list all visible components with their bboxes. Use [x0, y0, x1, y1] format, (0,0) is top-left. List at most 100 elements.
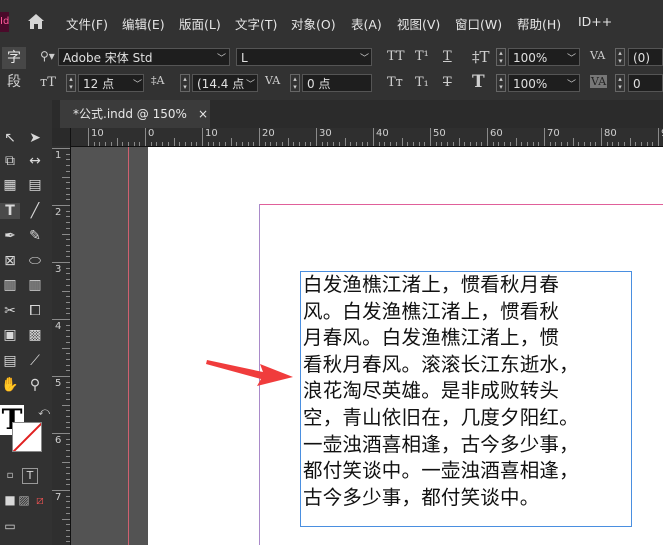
tracking-stepper[interactable]: ▴ ▾: [615, 48, 625, 66]
home-icon[interactable]: [27, 13, 45, 30]
leading-stepper[interactable]: ▴ ▾: [180, 74, 190, 92]
font-search-icon[interactable]: ⚲▾: [40, 49, 55, 63]
text-line: 空，青山依旧在，几度夕阳红。: [303, 405, 579, 429]
ruler-minor-tick: [407, 142, 409, 146]
eyedropper-tool-icon[interactable]: ⟋: [25, 353, 45, 369]
formatting-container-icon[interactable]: ▫: [0, 468, 20, 484]
swap-fill-stroke-icon[interactable]: ⤺: [34, 404, 54, 420]
page-tool-icon[interactable]: ⧉: [0, 153, 20, 169]
menu-file[interactable]: 文件(F): [66, 14, 108, 33]
body-text[interactable]: 白发渔樵江渚上，惯看秋月春 风。白发渔樵江渚上，惯看秋 月春风。白发渔樵江渚上，…: [303, 272, 629, 511]
ruler-minor-tick: [401, 138, 403, 146]
baseline-shift-field[interactable]: 0: [628, 74, 663, 92]
font-family-dropdown-icon[interactable]: ﹀: [217, 51, 226, 64]
note-tool-icon[interactable]: ▤: [0, 353, 20, 369]
gradient-swatch-tool-icon[interactable]: ▣: [0, 327, 20, 343]
vertical-scale-stepper[interactable]: ▴ ▾: [496, 48, 506, 66]
ruler-minor-tick: [66, 421, 70, 423]
kerning-field[interactable]: 0 点: [302, 74, 372, 92]
menu-type[interactable]: 文字(T): [235, 14, 277, 33]
menu-layout[interactable]: 版面(L): [179, 14, 221, 33]
font-style-field[interactable]: L: [236, 48, 372, 66]
font-size-dropdown-icon[interactable]: ﹀: [133, 77, 142, 90]
superscript-button[interactable]: T¹: [415, 49, 429, 64]
ruler-minor-tick: [395, 142, 397, 146]
ruler-major-tick: [145, 128, 146, 146]
type-tool-icon[interactable]: T: [0, 203, 20, 219]
menu-edit[interactable]: 编辑(E): [122, 14, 165, 33]
ruler-minor-tick: [105, 142, 107, 146]
text-frame[interactable]: 白发渔樵江渚上，惯看秋月春 风。白发渔樵江渚上，惯看秋 月春风。白发渔樵江渚上，…: [300, 271, 632, 527]
font-family-field[interactable]: Adobe 宋体 Std: [58, 48, 230, 66]
small-caps-button[interactable]: Tᴛ: [387, 75, 403, 90]
tools-panel: ↖ ➤ ⧉ ↔ ▦ ▤ T ╱ ✒ ✎ ⊠ ⬭ ▥ ▥ ✂ ⧠ ▣ ▩ ▤ ⟋ …: [0, 100, 52, 545]
apply-none-icon[interactable]: ⧄: [30, 492, 50, 508]
ruler-minor-tick: [492, 142, 494, 146]
font-style-dropdown-icon[interactable]: ﹀: [360, 51, 369, 64]
all-caps-button[interactable]: TT: [387, 49, 405, 64]
menu-window[interactable]: 窗口(W): [455, 14, 502, 33]
selection-tool-icon[interactable]: ↖: [0, 130, 20, 146]
zoom-tool-icon[interactable]: ⚲: [25, 377, 45, 393]
ruler-minor-tick: [62, 461, 70, 463]
tracking-field[interactable]: (0): [628, 48, 663, 66]
document-tab[interactable]: *公式.indd @ 150% ×: [60, 100, 210, 128]
ruler-minor-tick: [66, 273, 70, 275]
ruler-minor-tick: [236, 142, 238, 146]
ruler-minor-tick: [66, 438, 70, 440]
ruler-minor-tick: [589, 142, 591, 146]
ellipse-tool-icon[interactable]: ⬭: [25, 253, 45, 269]
pencil-tool-icon[interactable]: ✎: [25, 228, 45, 244]
free-transform-tool-icon[interactable]: ⧠: [25, 303, 45, 319]
font-size-value: 12 点: [83, 77, 115, 91]
horizontal-scale-stepper[interactable]: ▴ ▾: [496, 74, 506, 92]
character-mode-button[interactable]: 字: [2, 47, 26, 69]
ruler-major-tick: [52, 490, 70, 491]
gradient-feather-tool-icon[interactable]: ▩: [25, 327, 45, 343]
paragraph-mode-button[interactable]: 段: [2, 71, 26, 93]
strikethrough-button[interactable]: T: [443, 75, 452, 90]
ruler-origin[interactable]: [52, 128, 71, 146]
direct-selection-tool-icon[interactable]: ➤: [25, 130, 45, 146]
ruler-minor-tick: [623, 142, 625, 146]
baseline-shift-stepper[interactable]: ▴ ▾: [615, 74, 625, 92]
stroke-swatch[interactable]: [12, 422, 42, 452]
menu-idplus[interactable]: ID++: [578, 14, 612, 29]
ruler-minor-tick: [66, 256, 70, 258]
ruler-minor-tick: [66, 478, 70, 480]
ruler-minor-tick: [66, 512, 70, 514]
grid-tool-icon[interactable]: ▥: [25, 277, 45, 293]
hand-tool-icon[interactable]: ✋: [0, 377, 20, 393]
menu-view[interactable]: 视图(V): [397, 14, 440, 33]
ruler-minor-tick: [287, 138, 289, 146]
pen-tool-icon[interactable]: ✒: [0, 228, 20, 244]
scissors-tool-icon[interactable]: ✂: [0, 303, 20, 319]
content-placer-icon[interactable]: ▤: [25, 177, 45, 193]
formatting-text-icon[interactable]: T: [22, 468, 38, 484]
text-line: 风。白发渔樵江渚上，惯看秋: [303, 299, 560, 323]
menu-help[interactable]: 帮助(H): [517, 14, 561, 33]
ruler-minor-tick: [583, 142, 585, 146]
menu-table[interactable]: 表(A): [351, 14, 382, 33]
subscript-button[interactable]: T₁: [415, 75, 429, 90]
menu-bar: Id 文件(F) 编辑(E) 版面(L) 文字(T) 对象(O) 表(A) 视图…: [0, 0, 663, 44]
horizontal-scale-dropdown-icon[interactable]: ﹀: [567, 77, 576, 90]
font-size-stepper[interactable]: ▴ ▾: [66, 74, 76, 92]
kerning-stepper[interactable]: ▴ ▾: [290, 74, 300, 92]
ruler-minor-tick: [66, 529, 70, 531]
rectangle-frame-tool-icon[interactable]: ⊠: [0, 253, 20, 269]
leading-dropdown-icon[interactable]: ﹀: [246, 77, 255, 90]
content-collector-icon[interactable]: ▦: [0, 177, 20, 193]
screen-mode-icon[interactable]: ▭: [0, 518, 20, 534]
ruler-minor-tick: [196, 142, 198, 146]
line-tool-icon[interactable]: ╱: [25, 203, 45, 219]
gap-tool-icon[interactable]: ↔: [25, 153, 45, 169]
kerning-value: 0 点: [307, 77, 331, 91]
menu-object[interactable]: 对象(O): [291, 14, 336, 33]
close-tab-icon[interactable]: ×: [198, 100, 208, 128]
table-tool-icon[interactable]: ▥: [0, 277, 20, 293]
underline-button[interactable]: T: [443, 49, 452, 64]
vertical-scale-dropdown-icon[interactable]: ﹀: [567, 51, 576, 64]
ruler-minor-tick: [66, 227, 70, 229]
ruler-minor-tick: [66, 370, 70, 372]
